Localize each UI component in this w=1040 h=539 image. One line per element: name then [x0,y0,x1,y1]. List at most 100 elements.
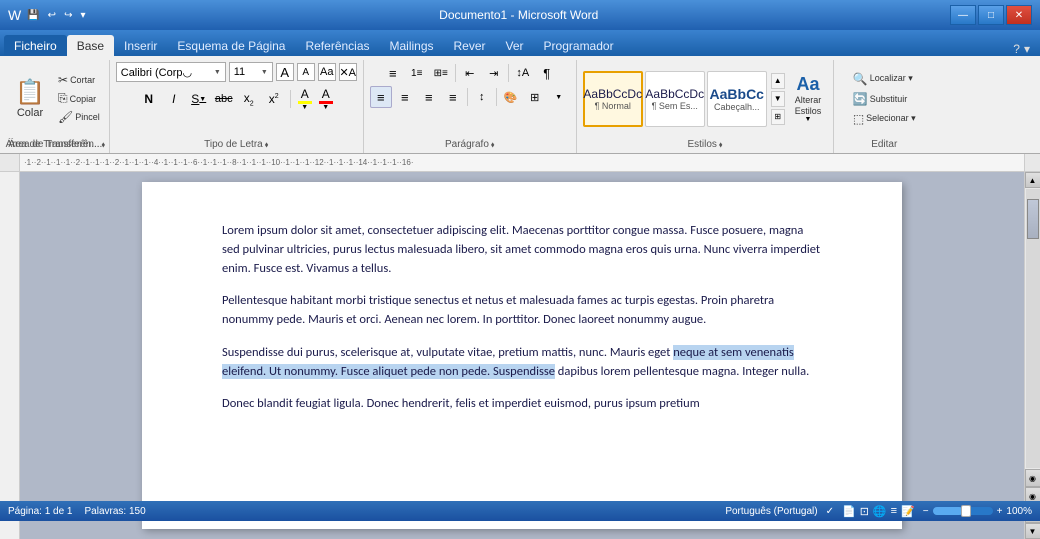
decrease-indent-button[interactable]: ⇤ [459,62,481,84]
zoom-slider[interactable] [933,507,993,515]
tab-esquema[interactable]: Esquema de Página [167,35,295,56]
zoom-thumb[interactable] [961,505,971,517]
word-logo-icon: W [8,7,21,23]
scrollbar-up-button[interactable]: ▲ [1025,172,1040,188]
zoom-out-button[interactable]: − [923,506,929,517]
view-web-button[interactable]: 🌐 [873,505,887,518]
quick-menu-icon[interactable]: ▾ [78,8,87,23]
ribbon-help-icon[interactable]: ? [1013,42,1020,56]
styles-expand[interactable]: ⊞ [771,109,785,125]
styles-scroll-buttons: ▲ ▼ ⊞ [769,73,787,125]
shading-button[interactable]: 🎨 [500,86,522,108]
tab-ver[interactable]: Ver [496,35,534,56]
ribbon-minimize-icon[interactable]: ▾ [1024,42,1030,56]
cut-button[interactable]: ✂ Cortar [55,72,103,88]
para3-after: dapibus lorem pellentesque magna. Intege… [555,364,809,379]
selecionar-button[interactable]: ⬚ Selecionar ▾ [847,110,922,128]
subscript-button[interactable]: x2 [238,88,260,110]
sort-button[interactable]: ↕A [512,62,534,84]
font-name-dropdown[interactable]: Calibri (Corp◡ ▼ [116,62,226,82]
spelling-icon[interactable]: ✓ [826,506,834,517]
paragraph-content: ≡ 1≡ ⊞≡ ⇤ ⇥ ↕A ¶ ≡ ≡ ≡ ≡ ↕ 🎨 ⊞ ▼ [370,62,570,151]
view-print-button[interactable]: 📄 [842,505,856,518]
font-expand-icon[interactable]: ⬧ [265,140,269,150]
superscript-button[interactable]: x2 [263,88,285,110]
font-name-value: Calibri (Corp◡ [121,66,192,79]
localizar-button[interactable]: 🔍 Localizar ▾ [847,70,922,88]
text-highlight-button[interactable]: A ▼ [296,85,314,113]
tab-rever[interactable]: Rever [444,35,496,56]
bold-button[interactable]: N [138,88,160,110]
style-cabecalho[interactable]: AaBbCc Cabeçalh... [707,71,767,127]
multilevel-list-button[interactable]: ⊞≡ [430,62,452,84]
borders-button[interactable]: ⊞ [524,86,546,108]
scrollbar-thumb[interactable] [1027,199,1039,239]
styles-expand-icon[interactable]: ⬧ [719,140,723,150]
align-left-button[interactable]: ≡ [370,86,392,108]
tab-base[interactable]: Base [67,35,114,56]
numbering-button[interactable]: 1≡ [406,62,428,84]
paste-button[interactable]: 📋 Colar [8,76,52,121]
tab-ficheiro[interactable]: Ficheiro [4,35,67,56]
font-color-button[interactable]: A ▼ [317,85,335,113]
scrollbar-down-button[interactable]: ▼ [1025,523,1040,539]
maximize-button[interactable]: □ [978,5,1004,25]
zoom-in-button[interactable]: + [997,506,1003,517]
strikethrough-button[interactable]: abc [213,88,235,110]
substituir-icon: 🔄 [853,92,868,106]
quick-undo-icon[interactable]: ↩ [46,8,58,23]
divider [290,90,291,108]
bullets-button[interactable]: ≡ [382,62,404,84]
underline-label: S [191,92,199,106]
alterar-estilos-button[interactable]: Aa AlterarEstilos ▼ [789,70,828,128]
scrollbar-top-corner [1024,154,1040,171]
paint-format-icon: 🖌 [58,110,73,124]
font-format-button[interactable]: Aа [318,63,336,81]
copy-button[interactable]: ⎘ Copiar [55,90,103,107]
align-right-button[interactable]: ≡ [418,86,440,108]
tab-programador[interactable]: Programador [534,35,624,56]
line-spacing-button[interactable]: ↕ [471,86,493,108]
page-info: Página: 1 de 1 [8,506,73,517]
font-clear-format-button[interactable]: ✕A [339,63,357,81]
doc-scroll-area[interactable]: Lorem ipsum dolor sit amet, consectetuer… [20,172,1024,539]
paint-format-button[interactable]: 🖌 Pincel [55,109,103,125]
list-row: ≡ 1≡ ⊞≡ ⇤ ⇥ ↕A ¶ [382,62,558,84]
paragraph-marks-button[interactable]: ¶ [536,62,558,84]
edit-group-label: Editar [871,139,897,150]
quick-save-icon[interactable]: 💾 [25,8,41,23]
view-outline-button[interactable]: ≡ [891,505,897,518]
tab-mailings[interactable]: Mailings [380,35,444,56]
cut-icon: ✂ [58,73,68,87]
quick-redo-icon[interactable]: ↪ [62,8,74,23]
styles-scroll-down[interactable]: ▼ [771,91,785,107]
style-sem-espaco[interactable]: AaBbCcDc ¶ Sem Es... [645,71,705,127]
minimize-button[interactable]: — [950,5,976,25]
tab-inserir[interactable]: Inserir [114,35,167,56]
clipboard-expand-icon[interactable]: ⬧ [102,140,106,150]
borders-arrow[interactable]: ▼ [548,86,570,108]
underline-button[interactable]: S ▼ [188,88,210,110]
substituir-button[interactable]: 🔄 Substituir [847,90,922,108]
font-size-dropdown[interactable]: 11 ▼ [229,62,273,82]
increase-indent-button[interactable]: ⇥ [483,62,505,84]
font-increase-button[interactable]: A [276,63,294,81]
font-group: Calibri (Corp◡ ▼ 11 ▼ A A Aа ✕A N I S ▼ [110,60,364,153]
close-button[interactable]: ✕ [1006,5,1032,25]
justify-button[interactable]: ≡ [442,86,464,108]
styles-scroll-up[interactable]: ▲ [771,73,785,89]
tab-referencias[interactable]: Referências [295,35,379,56]
style-normal[interactable]: AaBbCcDc ¶ Normal [583,71,643,127]
window-controls: — □ ✕ [950,5,1032,25]
ribbon-tabs: Ficheiro Base Inserir Esquema de Página … [0,30,1040,56]
copy-icon: ⎘ [58,91,68,106]
prev-page-button[interactable]: ◉ [1025,469,1040,487]
italic-button[interactable]: I [163,88,185,110]
alterar-estilos-arrow: ▼ [805,116,812,123]
view-draft-button[interactable]: 📝 [901,505,915,518]
paragraph-expand-icon[interactable]: ⬧ [491,140,495,150]
substituir-label: Substituir [870,94,908,104]
align-center-button[interactable]: ≡ [394,86,416,108]
view-fullscreen-button[interactable]: ⊡ [860,505,869,518]
font-decrease-button[interactable]: A [297,63,315,81]
